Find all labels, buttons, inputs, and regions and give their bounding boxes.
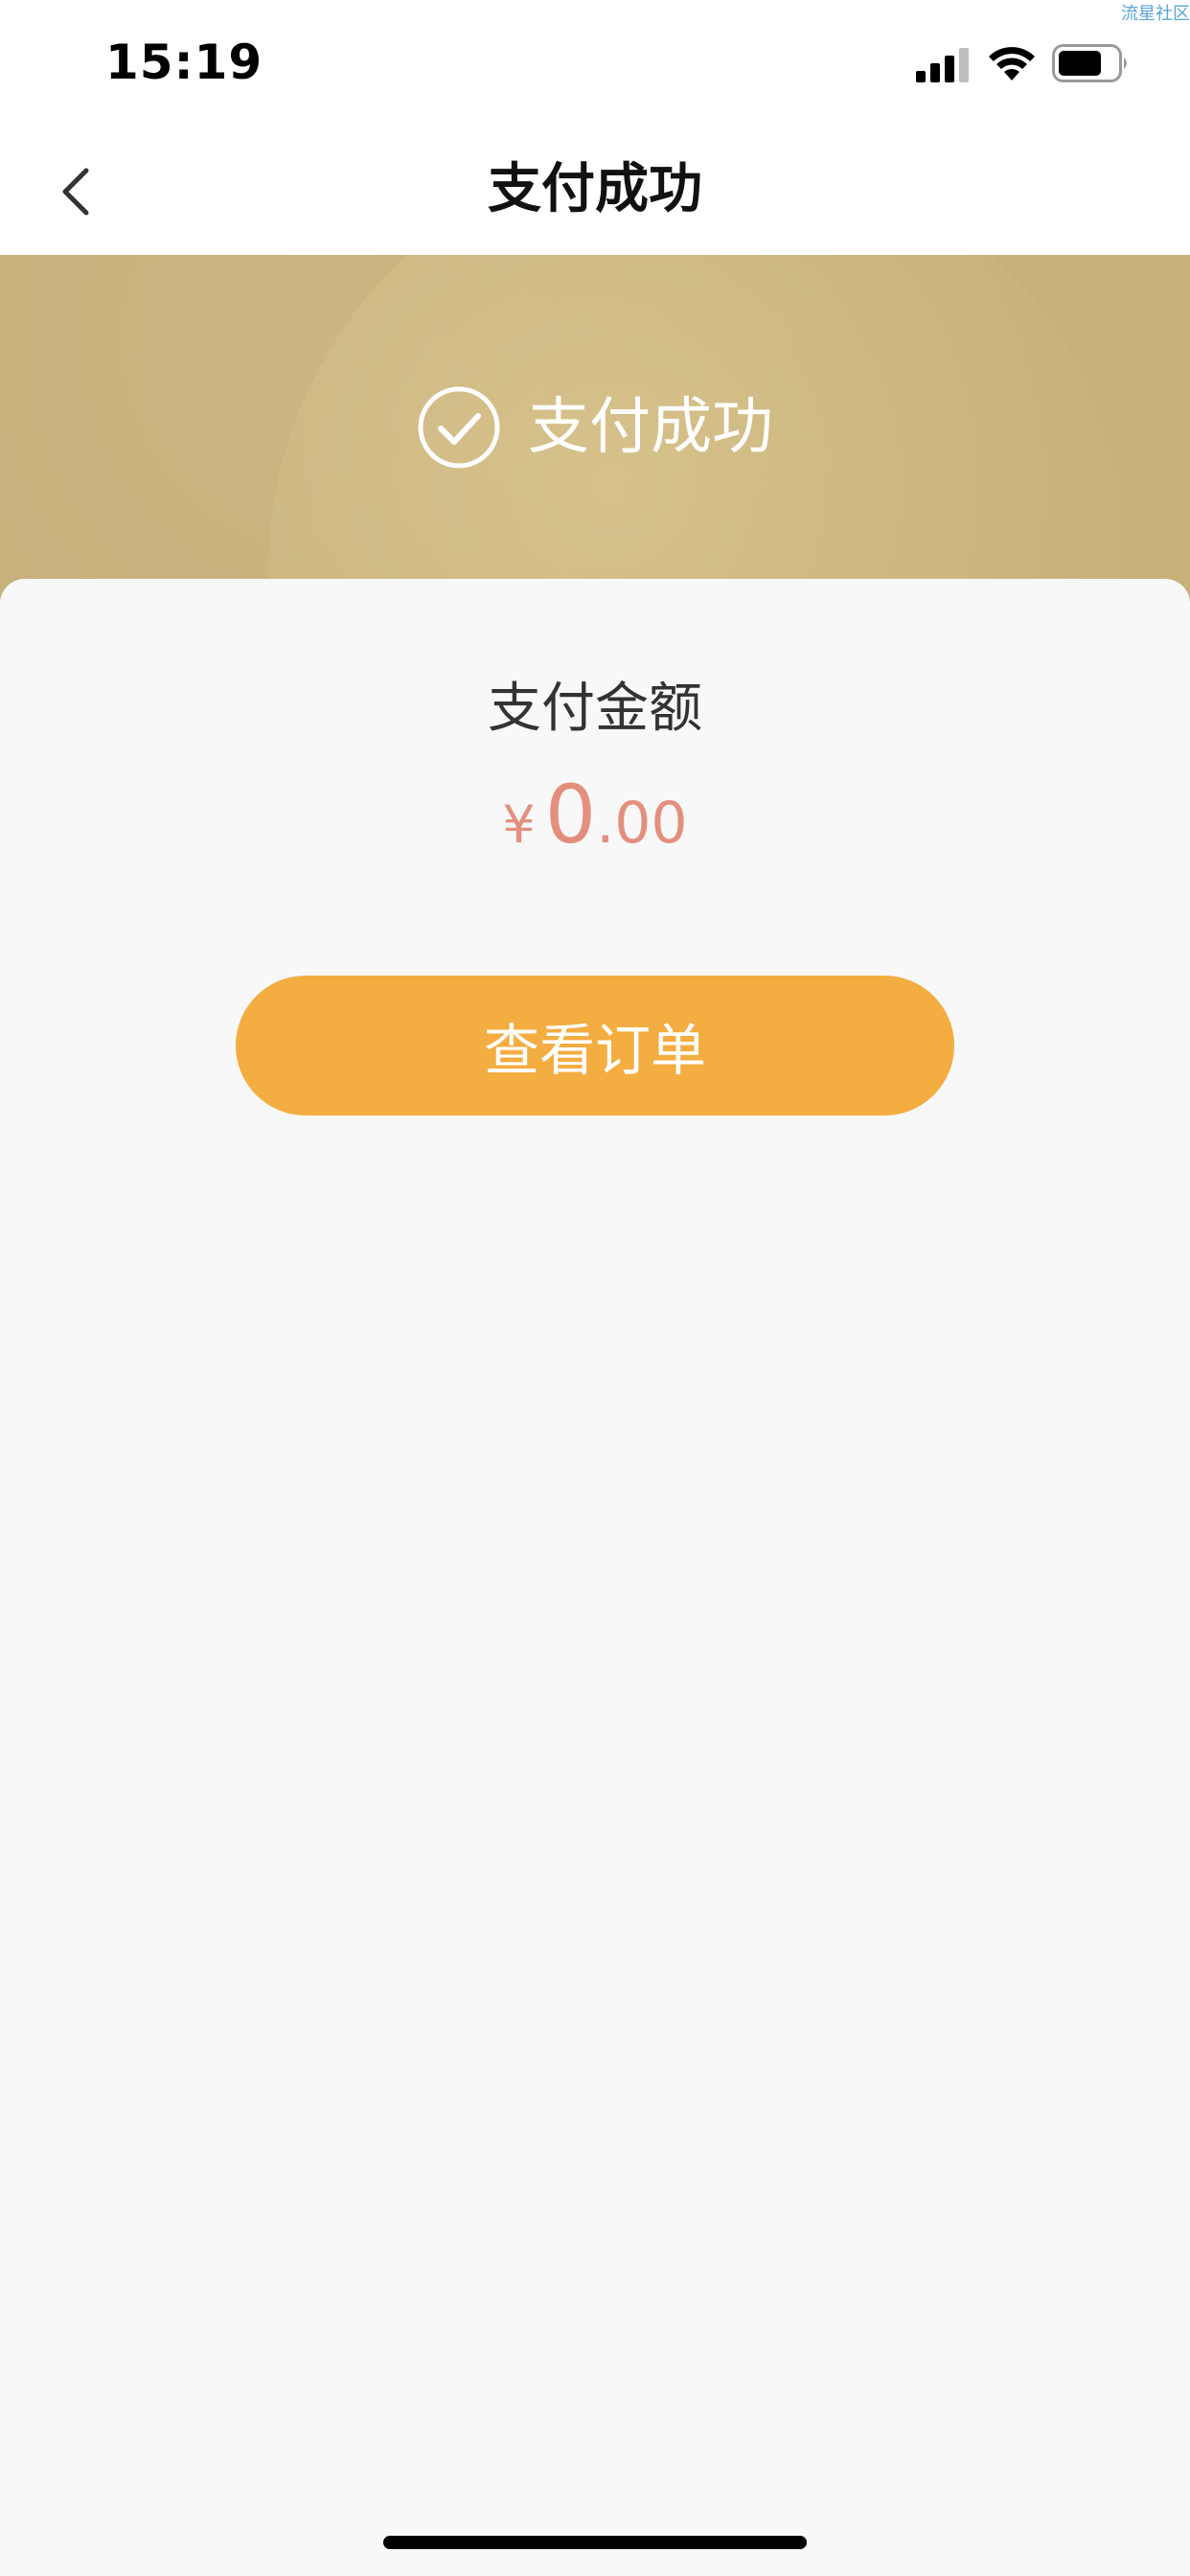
home-indicator (383, 2536, 807, 2549)
check-circle-icon (418, 386, 500, 469)
signal-icon (916, 48, 969, 82)
success-title: 支付成功 (528, 392, 773, 463)
page-title: 支付成功 (488, 158, 702, 220)
amount-integer: 0 (544, 768, 597, 862)
amount-decimal: .00 (596, 790, 688, 857)
wifi-icon (989, 47, 1035, 80)
currency-symbol: ¥ (502, 794, 536, 855)
success-message: 支付成功 (0, 385, 1190, 470)
navigation-bar: 支付成功 (0, 126, 1190, 255)
success-banner: 支付成功 (0, 255, 1190, 619)
payment-details-card: 支付金额 ¥0.00 查看订单 (0, 579, 1190, 2576)
payment-success-screen: 15:19 流星社区 支付成功 支付成功 支付金额 ¥ 0.00 查看订单 (0, 0, 1190, 2576)
amount-label: 支付金额 (488, 678, 702, 740)
payment-amount: ¥0.00 (0, 767, 1190, 886)
view-order-button[interactable]: 查看订单 (236, 976, 954, 1116)
watermark: 流星社区 (1121, 4, 1190, 24)
status-time: 15:19 (105, 34, 263, 90)
status-bar: 15:19 流星社区 (0, 0, 1190, 126)
battery-icon (1052, 44, 1127, 82)
